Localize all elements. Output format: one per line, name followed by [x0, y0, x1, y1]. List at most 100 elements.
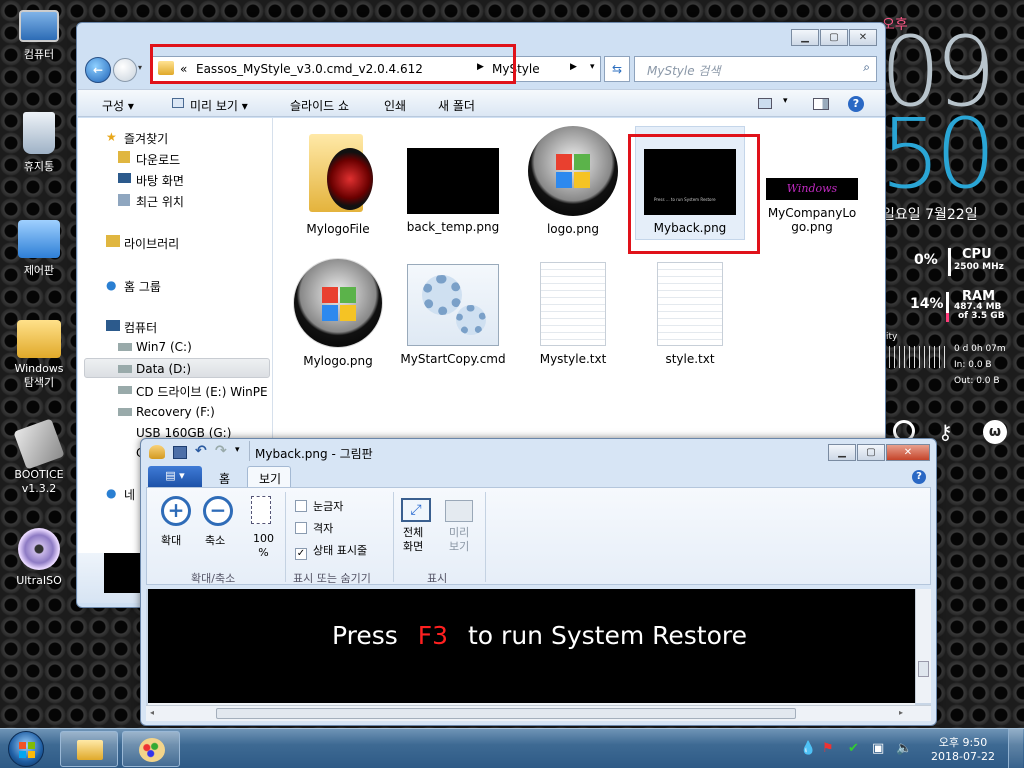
- tray-security-icon[interactable]: ⚑: [822, 741, 834, 756]
- nav-computer[interactable]: 컴퓨터: [124, 319, 157, 336]
- grid-toggle[interactable]: 격자: [295, 520, 333, 536]
- tray-safely-remove-icon[interactable]: ✔: [848, 741, 859, 756]
- change-view-icon[interactable]: [758, 98, 772, 109]
- actual-size-icon[interactable]: [251, 496, 271, 524]
- new-folder-button[interactable]: 새 폴더: [438, 97, 475, 114]
- drive-icon: [118, 365, 132, 373]
- help-icon[interactable]: ?: [912, 470, 926, 484]
- zoom-in-button[interactable]: 확대: [161, 532, 181, 548]
- horizontal-scrollbar[interactable]: ◂ ▸: [146, 705, 931, 721]
- desktop-icon-computer[interactable]: 컴퓨터: [6, 10, 72, 62]
- key-icon[interactable]: ⚷: [938, 420, 953, 444]
- nav-libraries[interactable]: 라이브러리: [124, 235, 179, 252]
- nav-drive-e[interactable]: CD 드라이브 (E:) WinPE: [136, 383, 268, 400]
- checkbox[interactable]: [295, 500, 307, 512]
- desktop-icon-explorer[interactable]: Windows 탐색기: [6, 320, 72, 390]
- desktop-icon-recycle-bin[interactable]: 휴지통: [6, 112, 72, 174]
- preview-button[interactable]: 미리 보기 ▾: [190, 97, 248, 114]
- nav-drive-f[interactable]: Recovery (F:): [136, 405, 215, 419]
- forward-button[interactable]: [113, 58, 137, 82]
- nav-recent[interactable]: 최근 위치: [136, 193, 184, 210]
- zoom-100-button[interactable]: 100 %: [253, 532, 274, 560]
- maximize-button[interactable]: ▢: [857, 444, 885, 461]
- nav-favorites[interactable]: 즐겨찾기: [124, 130, 168, 147]
- show-desktop-button[interactable]: [1008, 729, 1023, 768]
- scroll-right-icon[interactable]: ▸: [899, 708, 903, 717]
- thumbnail-button[interactable]: 미리 보기: [449, 526, 469, 554]
- taskbar-paint-button[interactable]: [122, 731, 180, 767]
- fullscreen-icon[interactable]: ⤢: [401, 498, 431, 522]
- paint-menu-button[interactable]: ▤ ▾: [148, 466, 202, 487]
- zoom-out-button[interactable]: 축소: [205, 532, 225, 548]
- scrollbar-thumb[interactable]: [918, 661, 929, 677]
- file-item[interactable]: Windows MyCompanyLogo.png: [757, 126, 867, 234]
- nav-drive-c[interactable]: Win7 (C:): [136, 340, 192, 354]
- help-icon[interactable]: ?: [848, 96, 864, 112]
- web-icon[interactable]: ω: [983, 420, 1007, 444]
- preview-icon: [172, 98, 184, 108]
- file-item[interactable]: MylogoFile: [283, 126, 393, 236]
- quick-access-dropdown-icon[interactable]: ▾: [235, 445, 240, 455]
- refresh-button[interactable]: ⇆: [604, 56, 630, 82]
- close-button[interactable]: ✕: [886, 444, 930, 461]
- vertical-scrollbar[interactable]: [915, 589, 931, 703]
- zoom-out-icon[interactable]: −: [203, 496, 233, 526]
- thumbnail-icon[interactable]: [445, 500, 473, 522]
- tab-view[interactable]: 보기: [259, 470, 281, 487]
- file-item[interactable]: MyStartCopy.cmd: [398, 258, 508, 366]
- slideshow-button[interactable]: 슬라이드 쇼: [290, 97, 349, 114]
- desktop-icon-ultraiso[interactable]: UltraISO: [6, 528, 72, 587]
- nav-network[interactable]: 네: [124, 486, 135, 503]
- minimize-button[interactable]: ▁: [791, 29, 819, 46]
- maximize-button[interactable]: ▢: [820, 29, 848, 46]
- tab-home[interactable]: 홈: [219, 470, 230, 487]
- preview-pane-icon[interactable]: [813, 98, 829, 110]
- back-button[interactable]: ←: [85, 57, 111, 83]
- minimize-button[interactable]: ▁: [828, 444, 856, 461]
- start-button[interactable]: [8, 731, 44, 767]
- view-dropdown-icon[interactable]: ▾: [783, 96, 788, 106]
- file-item[interactable]: Mystyle.txt: [518, 258, 628, 366]
- checkbox-checked[interactable]: ✓: [295, 548, 307, 560]
- search-icon[interactable]: ⌕: [863, 60, 870, 75]
- scroll-left-icon[interactable]: ◂: [150, 708, 154, 717]
- nav-drive-d[interactable]: Data (D:): [136, 362, 191, 376]
- image-canvas[interactable]: Press F3 to run System Restore: [148, 589, 915, 703]
- paint-app-icon[interactable]: [149, 445, 165, 459]
- ruler-toggle[interactable]: 눈금자: [295, 498, 343, 514]
- file-item[interactable]: logo.png: [518, 126, 628, 236]
- explorer-icon: [17, 320, 61, 358]
- scrollbar-thumb[interactable]: [216, 708, 796, 719]
- statusbar-toggle[interactable]: ✓ 상태 표시줄: [295, 542, 367, 560]
- file-item[interactable]: back_temp.png: [398, 126, 508, 234]
- fullscreen-button[interactable]: 전체 화면: [403, 526, 423, 554]
- taskbar-explorer-button[interactable]: [60, 731, 118, 767]
- close-button[interactable]: ✕: [849, 29, 877, 46]
- tray-network-icon[interactable]: ▣: [872, 741, 884, 756]
- desktop-icon-control-panel[interactable]: 제어판: [6, 220, 72, 278]
- nav-desktop[interactable]: 바탕 화면: [136, 172, 184, 189]
- redo-icon[interactable]: ↷: [215, 443, 227, 459]
- taskbar-clock[interactable]: 오후 9:50 2018-07-22: [930, 734, 996, 763]
- organize-button[interactable]: 구성 ▾: [102, 97, 134, 114]
- file-name: Mylogo.png: [303, 354, 373, 368]
- print-button[interactable]: 인쇄: [384, 97, 406, 114]
- search-box[interactable]: MyStyle 검색 ⌕: [634, 56, 877, 82]
- tray-volume-icon[interactable]: 🔈: [896, 741, 912, 756]
- zoom-in-icon[interactable]: +: [161, 496, 191, 526]
- search-input[interactable]: MyStyle 검색: [647, 62, 721, 79]
- breadcrumb-separator-icon[interactable]: ▶: [570, 62, 577, 72]
- file-item[interactable]: style.txt: [635, 258, 745, 366]
- libraries-icon: [106, 235, 120, 247]
- checkbox[interactable]: [295, 522, 307, 534]
- address-dropdown-icon[interactable]: ▾: [590, 62, 595, 72]
- tray-drop-icon[interactable]: 💧: [800, 741, 816, 756]
- desktop-icon-bootice[interactable]: BOOTICE v1.3.2: [6, 418, 72, 496]
- undo-icon[interactable]: ↶: [195, 443, 207, 459]
- save-icon[interactable]: [173, 446, 187, 459]
- nav-downloads[interactable]: 다운로드: [136, 151, 180, 168]
- nav-homegroup[interactable]: 홈 그룹: [124, 278, 161, 295]
- file-item[interactable]: Mylogo.png: [283, 258, 393, 368]
- recent-pages-chevron-icon[interactable]: ▾: [138, 63, 142, 72]
- address-highlight-box: [150, 44, 516, 84]
